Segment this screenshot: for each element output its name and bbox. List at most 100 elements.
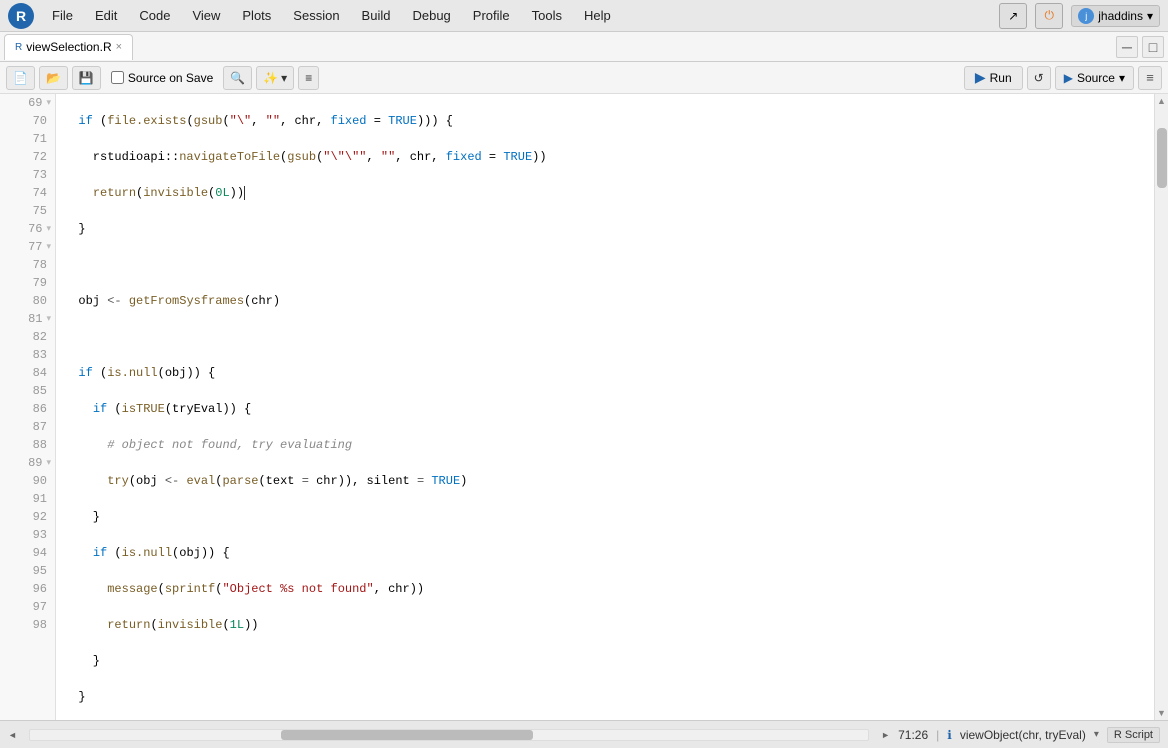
fold-btn-89[interactable]: ▾: [46, 454, 51, 472]
menu-plots[interactable]: Plots: [232, 4, 281, 27]
title-bar: R File Edit Code View Plots Session Buil…: [0, 0, 1168, 32]
maximize-editor-btn[interactable]: □: [1142, 36, 1164, 58]
r-logo: R: [8, 3, 34, 29]
lines-menu-btn[interactable]: ≡: [1138, 66, 1162, 90]
code-line-81: if (is.null(obj)) {: [64, 544, 1146, 562]
line-number-88: 88: [0, 436, 55, 454]
run-arrow-icon: ▶: [975, 69, 986, 86]
language-badge: R Script: [1107, 727, 1160, 743]
save-btn[interactable]: 💾: [72, 66, 101, 90]
function-dropdown-icon[interactable]: ▾: [1094, 729, 1099, 740]
wand-dropdown-icon: ▾: [281, 71, 287, 85]
fold-btn-69[interactable]: ▾: [46, 94, 51, 112]
line-number-75: 75: [0, 202, 55, 220]
compile-icon: ≡: [305, 71, 312, 85]
menu-debug[interactable]: Debug: [402, 4, 460, 27]
code-line-76: if (is.null(obj)) {: [64, 364, 1146, 382]
status-right: 71:26 | ℹ viewObject(chr, tryEval) ▾ R S…: [898, 727, 1160, 743]
line-number-72: 72: [0, 148, 55, 166]
code-line-77: if (isTRUE(tryEval)) {: [64, 400, 1146, 418]
magic-wand-btn[interactable]: ✨ ▾: [256, 66, 294, 90]
power-btn[interactable]: ⏻: [1035, 3, 1063, 29]
code-line-75: [64, 328, 1146, 346]
scroll-thumb[interactable]: [1157, 128, 1167, 188]
line-numbers: 69 ▾ 70 71 72 73 74 75 76 ▾: [0, 94, 56, 720]
line-number-79: 79: [0, 274, 55, 292]
cursor-position: 71:26: [898, 728, 928, 742]
horizontal-scrollbar[interactable]: [29, 729, 869, 741]
line-number-98: 98: [0, 616, 55, 634]
line-number-77: 77 ▾: [0, 238, 55, 256]
file-tab[interactable]: R viewSelection.R ×: [4, 34, 133, 60]
dropdown-chevron-icon[interactable]: ▾: [1147, 9, 1153, 23]
line-number-97: 97: [0, 598, 55, 616]
rerun-icon: ↺: [1034, 71, 1044, 85]
h-scroll-right-btn[interactable]: ►: [881, 730, 890, 740]
code-line-84: }: [64, 652, 1146, 670]
menu-build[interactable]: Build: [352, 4, 401, 27]
code-line-80: }: [64, 508, 1146, 526]
tab-bar-right: ─ □: [1116, 36, 1164, 58]
code-line-74: obj <- getFromSysframes(chr): [64, 292, 1146, 310]
code-line-82: message(sprintf("Object %s not found", c…: [64, 580, 1146, 598]
fold-btn-81[interactable]: ▾: [46, 310, 51, 328]
source-arrow-icon: ▶: [1064, 71, 1073, 85]
menu-view[interactable]: View: [182, 4, 230, 27]
search-icon: 🔍: [230, 71, 245, 85]
line-number-71: 71: [0, 130, 55, 148]
menu-tools[interactable]: Tools: [522, 4, 572, 27]
source-button[interactable]: ▶ Source ▾: [1055, 66, 1134, 90]
tab-close-btn[interactable]: ×: [116, 41, 122, 53]
menu-edit[interactable]: Edit: [85, 4, 127, 27]
line-number-81: 81 ▾: [0, 310, 55, 328]
menu-code[interactable]: Code: [129, 4, 180, 27]
line-number-78: 78: [0, 256, 55, 274]
line-number-93: 93: [0, 526, 55, 544]
scroll-up-btn[interactable]: ▲: [1155, 94, 1168, 108]
line-number-80: 80: [0, 292, 55, 310]
source-on-save-label: Source on Save: [128, 71, 213, 85]
line-number-89: 89 ▾: [0, 454, 55, 472]
minimize-editor-btn[interactable]: ─: [1116, 36, 1138, 58]
menu-file[interactable]: File: [42, 4, 83, 27]
external-link-btn[interactable]: ↗: [999, 3, 1027, 29]
rerun-btn[interactable]: ↺: [1027, 66, 1051, 90]
code-line-73: [64, 256, 1146, 274]
code-line-79: try(obj <- eval(parse(text = chr)), sile…: [64, 472, 1146, 490]
source-on-save-checkbox[interactable]: [111, 71, 124, 84]
status-separator: |: [936, 728, 939, 742]
h-scroll-left-btn[interactable]: ◄: [8, 730, 17, 740]
user-badge: j jhaddins ▾: [1071, 5, 1160, 27]
title-bar-right: ↗ ⏻ j jhaddins ▾: [999, 3, 1160, 29]
line-number-94: 94: [0, 544, 55, 562]
line-number-84: 84: [0, 364, 55, 382]
tab-label: viewSelection.R: [26, 40, 111, 54]
compile-btn[interactable]: ≡: [298, 66, 319, 90]
line-number-87: 87: [0, 418, 55, 436]
new-file-btn[interactable]: 📄: [6, 66, 35, 90]
menu-profile[interactable]: Profile: [463, 4, 520, 27]
vertical-scrollbar[interactable]: ▲ ▼: [1154, 94, 1168, 720]
line-number-82: 82: [0, 328, 55, 346]
menu-session[interactable]: Session: [283, 4, 349, 27]
scroll-down-btn[interactable]: ▼: [1155, 706, 1168, 720]
menu-bar: File Edit Code View Plots Session Build …: [42, 4, 999, 27]
open-file-btn[interactable]: 📂: [39, 66, 68, 90]
source-label: Source: [1077, 71, 1115, 85]
fold-btn-76[interactable]: ▾: [46, 220, 51, 238]
h-scroll-thumb[interactable]: [281, 730, 532, 740]
code-line-72: }: [64, 220, 1146, 238]
search-btn[interactable]: 🔍: [223, 66, 252, 90]
line-number-70: 70: [0, 112, 55, 130]
line-number-90: 90: [0, 472, 55, 490]
toolbar-right: ▶ Run ↺ ▶ Source ▾ ≡: [964, 66, 1162, 90]
run-label: Run: [990, 71, 1012, 85]
line-number-69: 69 ▾: [0, 94, 55, 112]
scroll-track[interactable]: [1155, 108, 1168, 706]
tab-r-icon: R: [15, 42, 22, 53]
menu-help[interactable]: Help: [574, 4, 621, 27]
code-editor[interactable]: if (file.exists(gsub("\", "", chr, fixed…: [56, 94, 1154, 720]
run-button[interactable]: ▶ Run: [964, 66, 1023, 90]
fold-btn-77[interactable]: ▾: [46, 238, 51, 256]
tab-bar: R viewSelection.R × ─ □: [0, 32, 1168, 62]
